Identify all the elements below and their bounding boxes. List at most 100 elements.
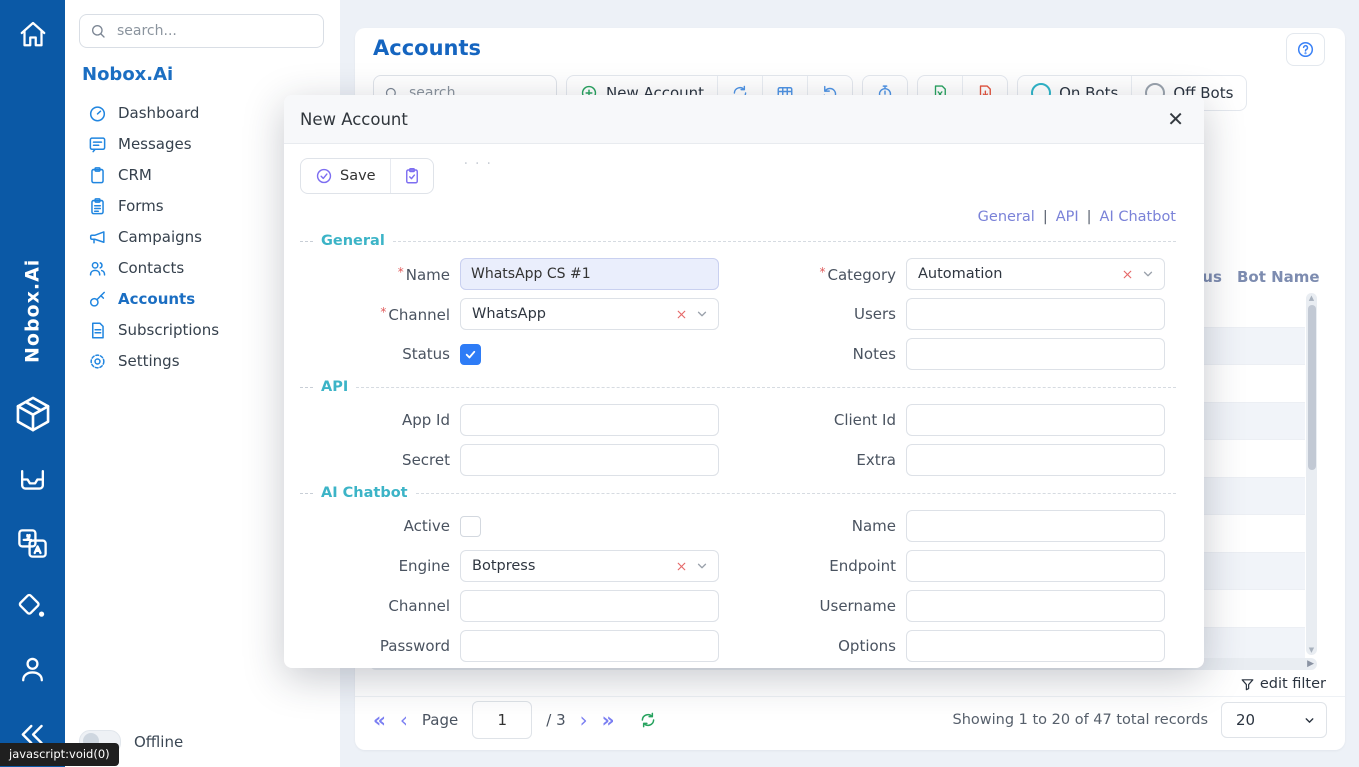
- secret-input[interactable]: [460, 444, 719, 476]
- chevron-down-icon: [695, 307, 709, 321]
- scroll-down-arrow[interactable]: ▼: [1306, 646, 1317, 654]
- page-title: Accounts: [373, 36, 481, 60]
- profile-button[interactable]: [0, 654, 65, 685]
- app-root: Nobox.Ai: [0, 0, 1359, 767]
- help-icon: [1296, 40, 1315, 59]
- field-users: Users: [746, 294, 1176, 334]
- modal-header: New Account ✕: [284, 95, 1204, 144]
- app-id-input[interactable]: [460, 404, 719, 436]
- scroll-right-arrow[interactable]: ▶: [1307, 658, 1314, 670]
- client-id-label: Client Id: [746, 411, 906, 429]
- previous-page-button[interactable]: ‹: [400, 710, 408, 730]
- contacts-icon: [88, 259, 107, 278]
- sidebar-item-label: Contacts: [118, 259, 184, 277]
- options-input[interactable]: [906, 630, 1165, 662]
- general-fields: Name Category Automation Channel WhatsAp…: [300, 254, 1176, 374]
- name-input[interactable]: [460, 258, 719, 290]
- status-label: Status: [300, 345, 460, 363]
- sidebar-search[interactable]: [79, 14, 324, 48]
- page-size-value: 20: [1236, 711, 1255, 729]
- inbox-button[interactable]: [0, 464, 65, 495]
- edit-filter-button[interactable]: edit filter: [1240, 676, 1326, 692]
- help-button[interactable]: [1286, 33, 1325, 66]
- sidebar-item-label: CRM: [118, 166, 152, 184]
- last-page-button[interactable]: »: [602, 710, 615, 730]
- field-username: Username: [746, 586, 1176, 626]
- tab-general[interactable]: General: [978, 209, 1035, 225]
- channel-select[interactable]: WhatsApp: [460, 298, 719, 330]
- extra-input[interactable]: [906, 444, 1165, 476]
- save-and-copy-button[interactable]: [390, 159, 433, 193]
- field-endpoint: Endpoint: [746, 546, 1176, 586]
- clear-icon[interactable]: [675, 308, 688, 321]
- users-input[interactable]: [906, 298, 1165, 330]
- status-bar-link-hint: javascript:void(0): [0, 743, 119, 766]
- field-channel: Channel WhatsApp: [300, 294, 730, 334]
- field-engine: Engine Botpress: [300, 546, 730, 586]
- package-button[interactable]: [0, 393, 65, 435]
- check-circle-icon: [315, 167, 333, 185]
- messages-icon: [88, 135, 107, 154]
- home-icon: [18, 19, 48, 49]
- username-input[interactable]: [906, 590, 1165, 622]
- clear-icon[interactable]: [1121, 268, 1134, 281]
- status-checkbox[interactable]: [460, 344, 481, 365]
- field-options: Options: [746, 626, 1176, 666]
- accounts-icon: [88, 290, 107, 309]
- save-label: Save: [340, 168, 376, 184]
- ai-name-input[interactable]: [906, 510, 1165, 542]
- field-app-id: App Id: [300, 400, 730, 440]
- vertical-scrollbar-thumb[interactable]: [1308, 305, 1316, 470]
- close-icon[interactable]: ✕: [1167, 109, 1184, 129]
- scroll-up-arrow[interactable]: ▲: [1306, 294, 1317, 302]
- crm-icon: [88, 166, 107, 185]
- tab-api[interactable]: API: [1056, 209, 1079, 225]
- tab-ai-chatbot[interactable]: AI Chatbot: [1100, 209, 1176, 225]
- options-label: Options: [746, 637, 906, 655]
- home-button[interactable]: [0, 19, 65, 49]
- section-general: General: [300, 228, 1176, 254]
- notes-input[interactable]: [906, 338, 1165, 370]
- icon-rail: Nobox.Ai: [0, 0, 65, 767]
- ai-channel-label: Channel: [300, 597, 460, 615]
- column-header-bot-name[interactable]: Bot Name: [1237, 268, 1320, 286]
- app-id-label: App Id: [300, 411, 460, 429]
- theme-paint-button[interactable]: [0, 591, 65, 624]
- ai-channel-input[interactable]: [460, 590, 719, 622]
- vertical-brand-logo: Nobox.Ai: [0, 238, 65, 383]
- channel-value: WhatsApp: [472, 306, 668, 322]
- field-secret: Secret: [300, 440, 730, 480]
- offline-label: Offline: [134, 733, 183, 751]
- api-fields: App Id Client Id Secret Extra: [300, 400, 1176, 480]
- page-number-input[interactable]: [472, 701, 532, 739]
- active-checkbox[interactable]: [460, 516, 481, 537]
- user-icon: [17, 654, 48, 685]
- brand-title: Nobox.Ai: [82, 64, 340, 85]
- sidebar-item-label: Dashboard: [118, 104, 199, 122]
- category-select[interactable]: Automation: [906, 258, 1165, 290]
- client-id-input[interactable]: [906, 404, 1165, 436]
- field-name: Name: [300, 254, 730, 294]
- field-client-id: Client Id: [746, 400, 1176, 440]
- new-account-modal: New Account ✕ Save General |: [284, 95, 1204, 668]
- field-password: Password: [300, 626, 730, 666]
- first-page-button[interactable]: «: [373, 710, 386, 730]
- password-input[interactable]: [460, 630, 719, 662]
- vertical-scrollbar[interactable]: ▲ ▼: [1306, 293, 1317, 655]
- next-page-button[interactable]: ›: [580, 710, 588, 730]
- pagination-bar: « ‹ Page / 3 › » Showing 1 to 20 of 47 t…: [373, 700, 1327, 740]
- clipboard-check-icon: [403, 167, 421, 185]
- username-label: Username: [746, 597, 906, 615]
- sidebar-item-label: Subscriptions: [118, 321, 219, 339]
- page-size-select[interactable]: 20: [1221, 702, 1327, 738]
- reload-table-button[interactable]: [639, 711, 657, 729]
- category-value: Automation: [918, 266, 1114, 282]
- translate-button[interactable]: [0, 526, 65, 561]
- sidebar-search-input[interactable]: [115, 22, 313, 40]
- engine-select[interactable]: Botpress: [460, 550, 719, 582]
- clear-icon[interactable]: [675, 560, 688, 573]
- section-ai-chatbot-label: AI Chatbot: [321, 485, 408, 501]
- endpoint-input[interactable]: [906, 550, 1165, 582]
- save-button[interactable]: Save: [301, 159, 390, 193]
- engine-label: Engine: [300, 557, 460, 575]
